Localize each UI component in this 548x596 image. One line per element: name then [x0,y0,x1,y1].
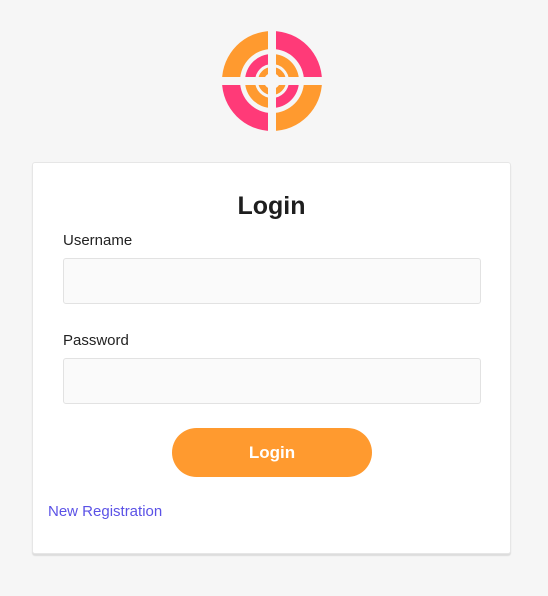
login-page: Login Username Password Login New Regist… [0,0,548,596]
password-label: Password [63,332,129,349]
username-label: Username [63,232,133,249]
login-button[interactable]: Login [172,428,372,477]
password-input[interactable] [63,358,481,404]
login-card: Login Username Password Login New Regist… [32,162,511,554]
target-logo-icon [221,30,323,132]
page-title: Login [237,192,306,220]
username-input[interactable] [63,258,481,304]
new-registration-link[interactable]: New Registration [48,503,162,521]
